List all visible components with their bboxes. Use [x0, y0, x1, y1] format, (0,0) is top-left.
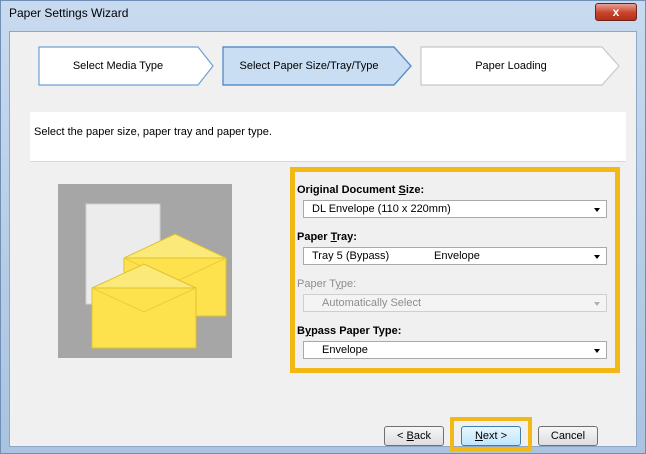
next-button[interactable]: Next >	[461, 426, 521, 446]
chevron-down-icon	[594, 349, 600, 353]
paper-tray-label: Paper Tray:	[297, 231, 357, 243]
instruction-text: Select the paper size, paper tray and pa…	[34, 126, 272, 138]
step-select-paper-size: Select Paper Size/Tray/Type	[222, 46, 412, 86]
paper-settings-panel: Original Document Size: DL Envelope (110…	[290, 167, 620, 373]
paper-tray-select[interactable]: Tray 5 (Bypass) Envelope	[303, 247, 607, 265]
step-paper-loading: Paper Loading	[420, 46, 620, 86]
selected-paper-type: Automatically Select	[322, 297, 422, 309]
selected-bypass-type: Envelope	[322, 344, 368, 356]
paper-type-label: Paper Type:	[297, 278, 357, 290]
bypass-paper-type-label: Bypass Paper Type:	[297, 325, 402, 337]
selected-tray: Tray 5 (Bypass)	[312, 250, 390, 262]
original-document-size-select[interactable]: DL Envelope (110 x 220mm)	[303, 200, 607, 218]
chevron-down-icon	[594, 208, 600, 212]
chevron-down-icon	[594, 302, 600, 306]
instruction-panel: Select the paper size, paper tray and pa…	[30, 112, 626, 162]
step-label: Paper Loading	[475, 60, 547, 72]
step-label: Select Media Type	[72, 60, 164, 72]
selected-tray-type: Envelope	[434, 250, 480, 262]
window-title: Paper Settings Wizard	[9, 6, 129, 20]
chevron-down-icon	[594, 255, 600, 259]
step-select-media-type: Select Media Type	[38, 46, 214, 86]
selected-size: DL Envelope (110 x 220mm)	[312, 203, 451, 215]
title-bar[interactable]: Paper Settings Wizard x	[1, 1, 645, 25]
paper-type-select: Automatically Select	[303, 294, 607, 312]
wizard-window: Paper Settings Wizard x Select Media Typ…	[0, 0, 646, 454]
back-button[interactable]: < Back	[384, 426, 444, 446]
step-progress: Select Media Type Select Paper Size/Tray…	[10, 32, 636, 112]
cancel-button[interactable]: Cancel	[538, 426, 598, 446]
envelope-illustration	[58, 184, 232, 358]
wizard-client-area: Select Media Type Select Paper Size/Tray…	[9, 31, 637, 451]
step-label: Select Paper Size/Tray/Type	[239, 60, 379, 72]
bypass-paper-type-select[interactable]: Envelope	[303, 341, 607, 359]
envelope-image	[85, 203, 227, 349]
original-document-size-label: Original Document Size:	[297, 184, 425, 196]
close-button[interactable]: x	[595, 3, 637, 21]
